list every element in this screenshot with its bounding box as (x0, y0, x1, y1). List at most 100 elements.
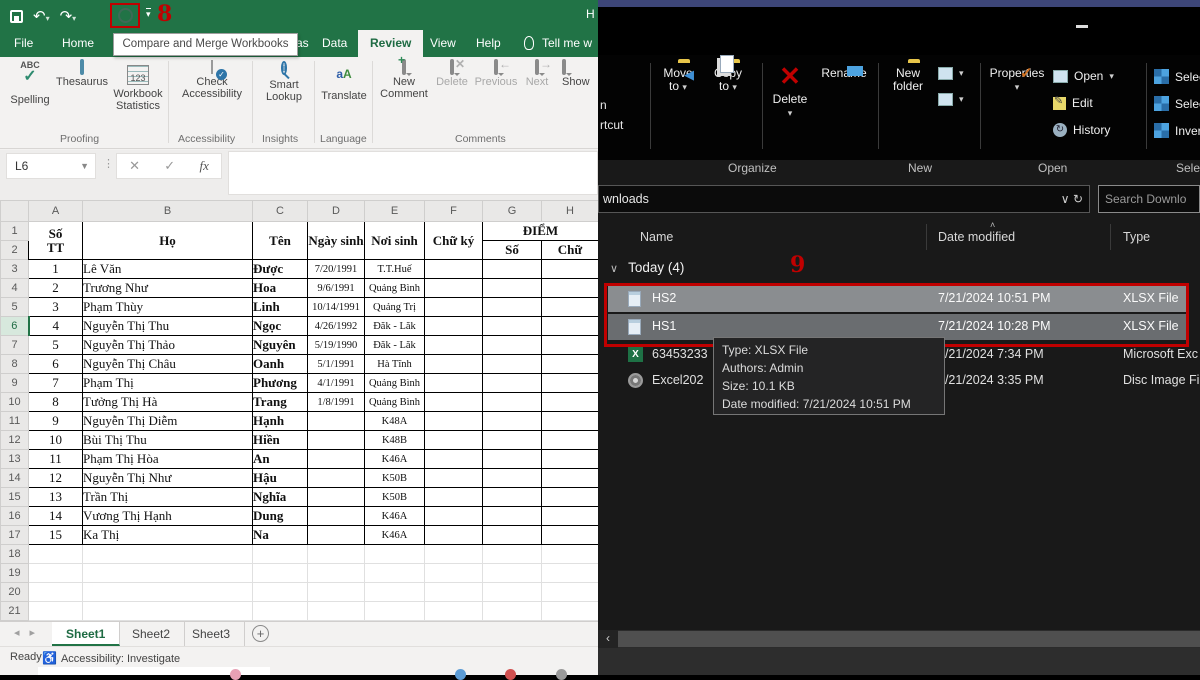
formula-input[interactable] (228, 151, 598, 195)
column-header-D[interactable]: D (308, 201, 365, 222)
grid-cell[interactable]: Nguyên (253, 336, 308, 355)
grid-cell[interactable]: Dung (253, 507, 308, 526)
grid-cell[interactable]: Phạm Thị (83, 374, 253, 393)
grid-cell[interactable]: 12 (29, 469, 83, 488)
grid-cell[interactable] (542, 602, 599, 621)
status-accessibility[interactable]: ♿Accessibility: Investigate (42, 651, 180, 665)
grid-cell[interactable] (253, 583, 308, 602)
grid-cell[interactable] (542, 564, 599, 583)
grid-cell[interactable]: Tưởng Thị Hà (83, 393, 253, 412)
grid-cell[interactable] (365, 545, 425, 564)
previous-comment-button[interactable]: ← Previous (472, 61, 520, 88)
grid-cell[interactable]: 1/8/1991 (308, 393, 365, 412)
enter-icon[interactable]: ✓ (164, 158, 175, 174)
grid-cell[interactable]: 7/20/1991 (308, 260, 365, 279)
grid-cell[interactable] (542, 412, 599, 431)
row-header-10[interactable]: 10 (1, 393, 29, 412)
grid-cell[interactable] (542, 393, 599, 412)
row-header-1[interactable]: 1 (1, 222, 29, 241)
grid-cell[interactable] (83, 583, 253, 602)
open-button[interactable]: Open▾ (1053, 69, 1114, 83)
row-header-6[interactable]: 6 (1, 317, 29, 336)
properties-button[interactable]: Properties▾ (986, 63, 1048, 94)
grid-cell[interactable] (29, 564, 83, 583)
grid-cell[interactable] (483, 545, 542, 564)
grid-cell[interactable]: K46A (365, 507, 425, 526)
grid-cell[interactable]: 5/19/1990 (308, 336, 365, 355)
grid-cell[interactable] (425, 488, 483, 507)
grid-cell[interactable] (542, 260, 599, 279)
grid-cell[interactable] (425, 412, 483, 431)
grid-cell[interactable]: Quảng Bình (365, 393, 425, 412)
grid-cell[interactable] (425, 564, 483, 583)
row-header-8[interactable]: 8 (1, 355, 29, 374)
tab-data[interactable]: Data (322, 30, 347, 57)
row-header-4[interactable]: 4 (1, 279, 29, 298)
grid-cell[interactable]: Lê Văn (83, 260, 253, 279)
grid-cell[interactable] (365, 602, 425, 621)
grid-cell[interactable]: 8 (29, 393, 83, 412)
grid-cell[interactable]: 1 (29, 260, 83, 279)
row-header-13[interactable]: 13 (1, 450, 29, 469)
grid-cell[interactable] (425, 336, 483, 355)
grid-cell[interactable]: T.T.Huế (365, 260, 425, 279)
sheet-tab-1[interactable]: Sheet1 (52, 622, 120, 646)
sheet-tab-2[interactable]: Sheet2 (118, 622, 185, 646)
new-comment-button[interactable]: + New Comment (378, 61, 430, 100)
grid-cell[interactable] (253, 545, 308, 564)
header-noi-sinh[interactable]: Nơi sinh (365, 222, 425, 260)
row-header-20[interactable]: 20 (1, 583, 29, 602)
refresh-icon[interactable]: ↻ (1073, 192, 1083, 206)
grid-cell[interactable]: K46A (365, 526, 425, 545)
row-header-14[interactable]: 14 (1, 469, 29, 488)
tab-review[interactable]: Review (358, 30, 423, 57)
edit-button[interactable]: Edit (1053, 96, 1093, 110)
grid-cell[interactable]: Phương (253, 374, 308, 393)
grid-cell[interactable]: Trương Như (83, 279, 253, 298)
column-header-date-modified[interactable]: Date modified (938, 230, 1015, 244)
grid-cell[interactable]: Hiền (253, 431, 308, 450)
row-header-12[interactable]: 12 (1, 431, 29, 450)
grid-cell[interactable]: Linh (253, 298, 308, 317)
add-sheet-button[interactable]: + (252, 625, 269, 642)
grid-cell[interactable] (542, 545, 599, 564)
grid-cell[interactable] (365, 583, 425, 602)
grid-cell[interactable]: 15 (29, 526, 83, 545)
grid-cell[interactable]: An (253, 450, 308, 469)
row-header-17[interactable]: 17 (1, 526, 29, 545)
grid-cell[interactable]: Vương Thị Hạnh (83, 507, 253, 526)
grid-cell[interactable]: 9 (29, 412, 83, 431)
grid-cell[interactable]: Đăk - Lăk (365, 317, 425, 336)
grid-cell[interactable]: 4/26/1992 (308, 317, 365, 336)
grid-cell[interactable] (542, 355, 599, 374)
grid-cell[interactable] (483, 336, 542, 355)
grid-cell[interactable]: Hà Tĩnh (365, 355, 425, 374)
grid-cell[interactable]: Nguyễn Thị Châu (83, 355, 253, 374)
grid-cell[interactable]: Na (253, 526, 308, 545)
grid-cell[interactable] (425, 260, 483, 279)
easy-access-button[interactable]: ▾ (938, 67, 964, 80)
grid-cell[interactable]: Phạm Thùy (83, 298, 253, 317)
history-button[interactable]: ↻History (1053, 123, 1110, 137)
grid-cell[interactable] (83, 564, 253, 583)
paste-shortcut-partial[interactable]: n rtcut (600, 95, 623, 135)
select-all-button[interactable]: Select all (1154, 69, 1200, 84)
grid-cell[interactable] (83, 602, 253, 621)
header-ngay-sinh[interactable]: Ngày sinh (308, 222, 365, 260)
grid-cell[interactable] (483, 469, 542, 488)
grid-cell[interactable]: Được (253, 260, 308, 279)
row-header-15[interactable]: 15 (1, 488, 29, 507)
header-diem-chu[interactable]: Chữ (542, 241, 599, 260)
row-header-3[interactable]: 3 (1, 260, 29, 279)
grid-cell[interactable] (483, 602, 542, 621)
minimize-icon[interactable] (1076, 25, 1088, 28)
grid-cell[interactable]: K48A (365, 412, 425, 431)
grid-cell[interactable] (425, 545, 483, 564)
column-header-H[interactable]: H (542, 201, 599, 222)
grid-cell[interactable] (542, 507, 599, 526)
grid-cell[interactable]: Phạm Thị Hòa (83, 450, 253, 469)
grid-cell[interactable]: 10/14/1991 (308, 298, 365, 317)
grid-cell[interactable] (308, 431, 365, 450)
grid-cell[interactable] (425, 317, 483, 336)
row-header-19[interactable]: 19 (1, 564, 29, 583)
